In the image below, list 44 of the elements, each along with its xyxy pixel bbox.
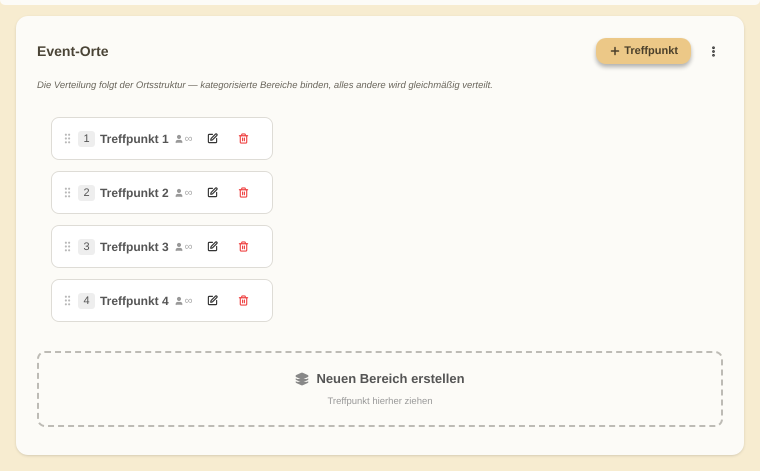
trash-icon (238, 187, 250, 198)
section-title: Event-Orte (37, 42, 109, 60)
drop-zone-title: Neuen Bereich erstellen (316, 370, 465, 388)
number-label: 3 (78, 238, 95, 255)
capacity-text: ∞ (184, 240, 193, 254)
delete-button[interactable] (236, 132, 251, 146)
meeting-point-item[interactable]: 3 Treffpunkt 3 ∞ (51, 225, 273, 268)
delete-button[interactable] (236, 186, 251, 200)
add-meeting-point-button[interactable]: Treffpunkt (596, 38, 691, 64)
capacity-text: ∞ (184, 186, 193, 200)
capacity-text: ∞ (184, 294, 193, 308)
edit-icon (207, 133, 218, 144)
meeting-point-name: Treffpunkt 2 (100, 184, 169, 202)
meeting-point-name: Treffpunkt 3 (100, 238, 169, 256)
edit-button[interactable] (206, 240, 220, 254)
edit-button[interactable] (206, 132, 220, 146)
meeting-point-name: Treffpunkt 1 (100, 130, 169, 148)
new-area-drop-zone[interactable]: Neuen Bereich erstellen Treffpunkt hierher ziehen (37, 351, 723, 428)
person-icon (174, 188, 184, 198)
meeting-point-item[interactable]: 2 Treffpunkt 2 ∞ (51, 171, 273, 214)
number-label: 2 (78, 184, 95, 201)
layers-icon (295, 372, 310, 386)
person-icon (174, 242, 184, 252)
description-text: Die Verteilung folgt der Ortsstruktur — kategorisierte Bereiche binden, alles andere wird gleichmäßig verteilt. (37, 79, 494, 93)
edit-button[interactable] (206, 294, 220, 308)
person-icon (174, 134, 184, 144)
delete-button[interactable] (236, 240, 251, 254)
plus-icon (609, 45, 622, 57)
trash-icon (238, 133, 250, 144)
number-label: 4 (78, 292, 95, 309)
edit-icon (207, 241, 218, 252)
meeting-point-item[interactable]: 4 Treffpunkt 4 ∞ (51, 279, 273, 322)
trash-icon (238, 295, 250, 306)
edit-icon (207, 295, 218, 306)
edit-button[interactable] (206, 186, 220, 200)
delete-button[interactable] (236, 294, 251, 308)
meeting-point-name: Treffpunkt 4 (100, 292, 169, 310)
drop-zone-hint: Treffpunkt hierher ziehen (327, 394, 433, 409)
number-label: 1 (78, 130, 95, 147)
capacity-text: ∞ (184, 132, 193, 146)
person-icon (174, 296, 184, 306)
edit-icon (207, 187, 218, 198)
trash-icon (238, 241, 250, 252)
meeting-point-item[interactable]: 1 Treffpunkt 1 ∞ (51, 117, 273, 160)
